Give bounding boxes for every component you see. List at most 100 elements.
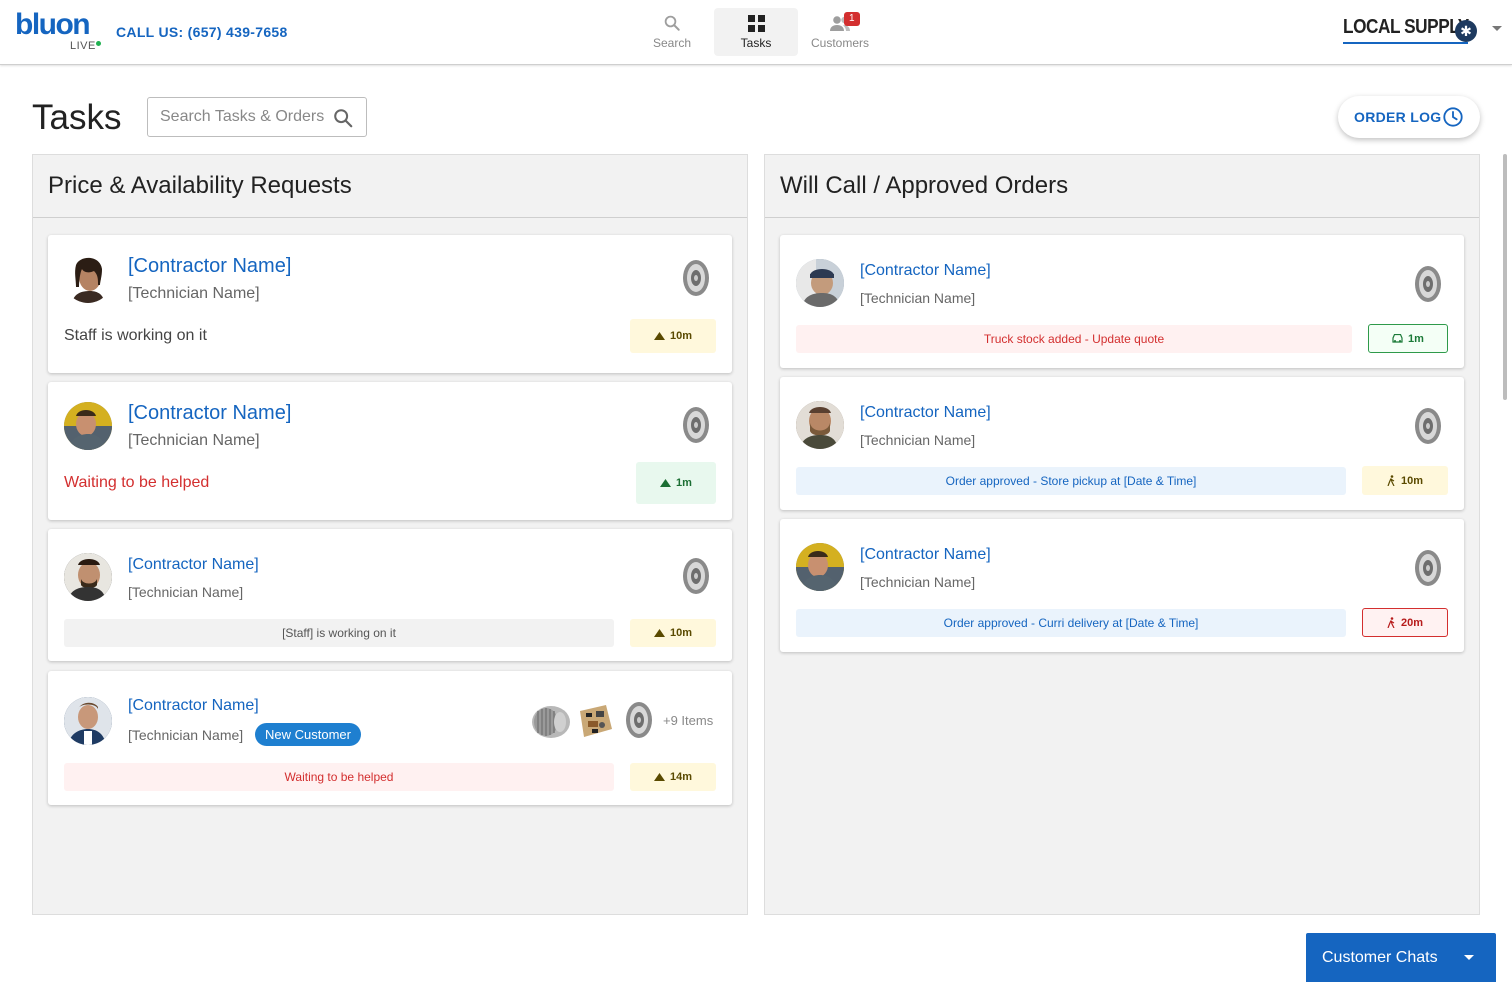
avatar — [796, 259, 844, 307]
timer-value: 14m — [669, 771, 693, 783]
technician-name: [Technician Name] — [128, 727, 244, 743]
more-items-count[interactable]: +9 Items — [663, 713, 713, 728]
order-card[interactable]: [Contractor Name] [Technician Name] Orde… — [780, 519, 1464, 652]
request-card[interactable]: [Contractor Name] [Technician Name] [Sta… — [48, 529, 732, 661]
technician-name: [Technician Name] — [860, 432, 976, 448]
chevron-down-icon[interactable] — [1492, 26, 1502, 31]
avatar — [64, 402, 112, 450]
search-icon — [664, 15, 680, 31]
nav-customers[interactable]: Customers 1 — [798, 8, 882, 56]
contractor-name[interactable]: [Contractor Name] — [128, 697, 259, 715]
timer-badge: 10m — [1362, 466, 1448, 495]
will-call-orders-panel: Will Call / Approved Orders [Contractor … — [764, 154, 1480, 915]
pulley-part-icon — [1415, 266, 1441, 302]
bell-icon — [653, 773, 665, 781]
brand-text: LOCAL SUPPLY — [1343, 16, 1469, 38]
avatar — [64, 255, 112, 303]
request-card[interactable]: [Contractor Name] [Technician Name] Wait… — [48, 382, 732, 520]
logo-text: bluon — [15, 8, 91, 41]
timer-value: 20m — [1400, 616, 1424, 629]
avatar — [796, 401, 844, 449]
avatar — [64, 697, 112, 745]
timer-badge: 10m — [630, 319, 716, 353]
order-log-button[interactable]: ORDER LOG — [1338, 96, 1480, 138]
top-bar: bluon LIVE CALL US: (657) 439-7658 Searc… — [0, 0, 1512, 65]
timer-badge: 14m — [630, 763, 716, 791]
request-card[interactable]: [Contractor Name] [Technician Name] Staf… — [48, 235, 732, 373]
technician-name: [Technician Name] — [128, 584, 244, 600]
order-card[interactable]: [Contractor Name] [Technician Name] Truc… — [780, 235, 1464, 368]
panel-title: Price & Availability Requests — [33, 155, 747, 218]
contractor-name[interactable]: [Contractor Name] — [128, 402, 291, 425]
bell-icon — [660, 479, 672, 487]
blower-wheel-part-icon — [532, 706, 570, 738]
status-bar: Waiting to be helped — [64, 763, 614, 791]
technician-name: [Technician Name] — [860, 574, 976, 590]
order-log-label: ORDER LOG — [1354, 109, 1442, 125]
grid-icon — [747, 14, 765, 32]
chevron-down-icon — [1464, 955, 1474, 960]
timer-badge: 1m — [1368, 324, 1448, 353]
customer-chats-button[interactable]: Customer Chats — [1306, 933, 1496, 982]
timer-value: 1m — [1408, 332, 1424, 345]
timer-value: 10m — [669, 627, 693, 639]
customer-chats-label: Customer Chats — [1322, 948, 1438, 966]
bluon-logo[interactable]: bluon LIVE — [15, 8, 105, 54]
circuit-board-part-icon — [580, 705, 612, 737]
contractor-name[interactable]: [Contractor Name] — [128, 556, 259, 574]
main-nav: Search Tasks Customers 1 — [630, 8, 882, 56]
call-us-link[interactable]: CALL US: (657) 439-7658 — [116, 24, 288, 40]
page-title: Tasks — [32, 98, 122, 137]
page-scrollbar[interactable] — [1503, 154, 1507, 400]
store-brand[interactable]: LOCAL SUPPLY ✱ — [1343, 16, 1478, 46]
search-input[interactable] — [160, 108, 330, 126]
search-tasks-field[interactable] — [147, 97, 367, 137]
nav-search[interactable]: Search — [630, 8, 714, 56]
search-icon[interactable] — [332, 107, 354, 129]
pulley-part-icon — [626, 702, 652, 738]
bell-icon — [653, 332, 665, 340]
timer-value: 10m — [669, 330, 693, 342]
status-bar: Order approved - Store pickup at [Date &… — [796, 467, 1346, 495]
status-text: Waiting to be helped — [64, 474, 210, 491]
timer-badge: 10m — [630, 619, 716, 647]
status-bar: Order approved - Curri delivery at [Date… — [796, 609, 1346, 637]
status-bar: [Staff] is working on it — [64, 619, 614, 647]
timer-value: 10m — [1400, 474, 1424, 487]
car-icon — [1392, 334, 1403, 343]
contractor-name[interactable]: [Contractor Name] — [860, 404, 991, 422]
clock-icon — [1443, 107, 1463, 127]
walking-icon — [1387, 475, 1395, 486]
nav-customers-label: Customers — [810, 35, 869, 50]
nav-tasks[interactable]: Tasks — [714, 8, 798, 56]
bell-icon — [653, 629, 665, 637]
logo-sub: LIVE — [70, 40, 96, 52]
timer-value: 1m — [676, 477, 692, 489]
price-availability-panel: Price & Availability Requests [Contracto… — [32, 154, 748, 915]
brand-underline — [1343, 42, 1468, 44]
new-customer-tag: New Customer — [255, 723, 361, 746]
nav-tasks-label: Tasks — [740, 35, 772, 50]
status-text: Staff is working on it — [64, 327, 207, 344]
walking-icon — [1387, 617, 1395, 628]
order-card[interactable]: [Contractor Name] [Technician Name] Orde… — [780, 377, 1464, 510]
technician-name: [Technician Name] — [860, 290, 976, 306]
customers-badge: 1 — [844, 12, 860, 26]
compass-star-icon: ✱ — [1455, 20, 1477, 42]
nav-search-label: Search — [652, 36, 692, 50]
technician-name: [Technician Name] — [128, 285, 260, 302]
request-card[interactable]: [Contractor Name] [Technician Name] New … — [48, 671, 732, 805]
avatar — [796, 543, 844, 591]
pulley-part-icon — [683, 260, 709, 296]
pulley-part-icon — [683, 407, 709, 443]
contractor-name[interactable]: [Contractor Name] — [860, 262, 991, 280]
status-bar: Truck stock added - Update quote — [796, 325, 1352, 353]
logo-dot — [96, 41, 101, 46]
timer-badge: 1m — [636, 462, 716, 504]
pulley-part-icon — [1415, 408, 1441, 444]
contractor-name[interactable]: [Contractor Name] — [128, 255, 291, 278]
contractor-name[interactable]: [Contractor Name] — [860, 546, 991, 564]
panel-title: Will Call / Approved Orders — [765, 155, 1479, 218]
pulley-part-icon — [683, 558, 709, 594]
avatar — [64, 553, 112, 601]
